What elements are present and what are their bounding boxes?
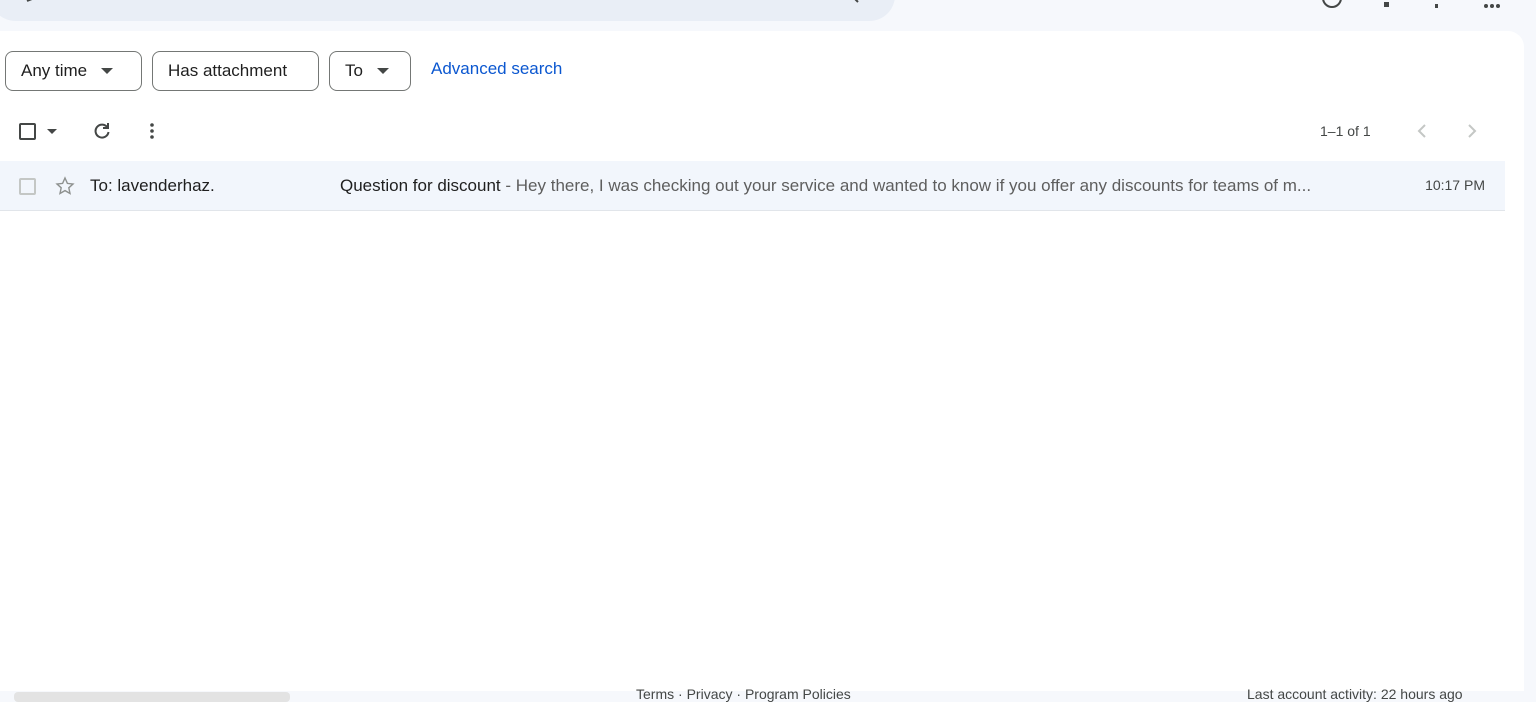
advanced-search-link[interactable]: Advanced search	[431, 59, 562, 79]
footer-links: Terms · Privacy · Program Policies	[636, 686, 851, 702]
main-panel: Any time Has attachment To Advanced sear…	[0, 31, 1524, 702]
checkbox-icon[interactable]	[19, 123, 36, 140]
to-label: To	[345, 61, 363, 80]
any-time-label: Any time	[21, 61, 88, 80]
support-icon[interactable]	[1321, 0, 1343, 8]
apps-icon[interactable]	[1426, 0, 1448, 8]
has-attachment-label: Has attachment	[168, 61, 288, 80]
list-toolbar: 1–1 of 1	[0, 116, 1524, 146]
has-attachment-filter[interactable]: Has attachment	[152, 51, 319, 91]
email-content: Question for discount - Hey there, I was…	[340, 176, 1370, 196]
email-time: 10:17 PM	[1425, 177, 1485, 193]
chevron-left-icon[interactable]	[1414, 121, 1430, 141]
last-account-activity: Last account activity: 22 hours ago	[1247, 686, 1463, 702]
storage-bar	[14, 692, 290, 702]
email-separator: -	[500, 176, 516, 195]
top-bar	[0, 0, 1536, 30]
email-sender: To: lavenderhaz.	[90, 176, 215, 195]
chevron-right-icon[interactable]	[1464, 121, 1480, 141]
star-icon[interactable]	[55, 176, 75, 196]
footer-separator: ·	[674, 686, 687, 702]
footer: Terms · Privacy · Program Policies Last …	[0, 681, 1524, 702]
search-options-icon[interactable]	[852, 0, 862, 3]
program-policies-link[interactable]: Program Policies	[745, 686, 851, 702]
page-count: 1–1 of 1	[1320, 123, 1371, 139]
to-filter[interactable]: To	[329, 51, 411, 91]
settings-icon[interactable]	[1376, 0, 1398, 8]
privacy-link[interactable]: Privacy	[687, 686, 733, 702]
email-subject: Question for discount	[340, 176, 501, 195]
search-icon[interactable]	[26, 0, 40, 2]
terms-link[interactable]: Terms	[636, 686, 674, 702]
any-time-filter[interactable]: Any time	[5, 51, 142, 91]
email-row[interactable]: To: lavenderhaz. Question for discount -…	[0, 161, 1505, 211]
google-apps-icon[interactable]	[1481, 0, 1503, 8]
more-vert-icon[interactable]	[146, 121, 158, 141]
caret-down-icon	[101, 68, 114, 74]
caret-down-icon[interactable]	[47, 129, 57, 134]
footer-separator: ·	[732, 686, 745, 702]
caret-down-icon	[376, 68, 389, 74]
search-box[interactable]	[0, 0, 895, 21]
refresh-icon[interactable]	[92, 121, 112, 141]
email-snippet: Hey there, I was checking out your servi…	[515, 176, 1312, 195]
email-row-checkbox[interactable]	[19, 178, 36, 195]
